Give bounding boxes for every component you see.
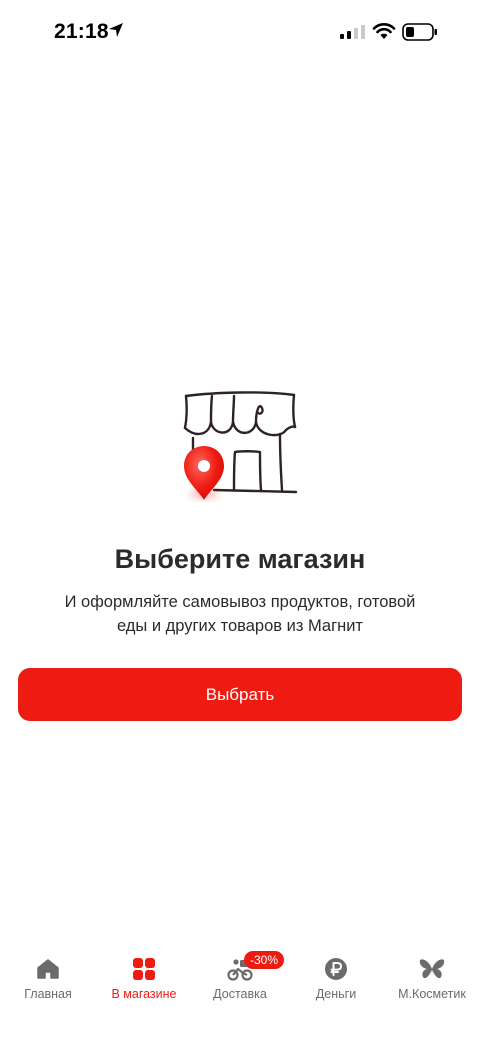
nav-item-delivery[interactable]: -30% Доставка <box>192 945 288 1009</box>
nav-label: В магазине <box>111 987 177 1001</box>
butterfly-icon <box>418 955 446 983</box>
battery-icon <box>402 23 437 41</box>
store-location-illustration <box>183 391 298 500</box>
page-title: Выберите магазин <box>114 544 366 574</box>
status-bar: 21:18 <box>0 0 480 64</box>
nav-label: Доставка <box>213 987 267 1001</box>
nav-item-money[interactable]: Деньги <box>288 945 384 1009</box>
nav-item-cosmetic[interactable]: М.Косметик <box>384 945 480 1009</box>
cellular-signal-icon <box>340 25 365 39</box>
nav-item-home[interactable]: Главная <box>0 945 96 1009</box>
nav-label: М.Косметик <box>398 987 466 1001</box>
bottom-navigation: Главная В магазине -30% Доставка Деньги … <box>0 945 480 1015</box>
status-time: 21:18 <box>54 20 109 43</box>
ruble-coin-icon <box>322 955 350 983</box>
page-subtitle: И оформляйте самовывоз продуктов, готово… <box>64 593 416 635</box>
nav-label: Главная <box>24 987 72 1001</box>
store-grid-icon <box>130 955 158 983</box>
home-icon <box>34 955 62 983</box>
choose-store-button[interactable]: Выбрать <box>18 668 462 721</box>
nav-label: Деньги <box>315 987 357 1001</box>
location-arrow-icon <box>109 23 123 37</box>
wifi-icon <box>372 23 396 39</box>
discount-badge: -30% <box>244 951 285 969</box>
nav-item-in-store[interactable]: В магазине <box>96 945 192 1009</box>
